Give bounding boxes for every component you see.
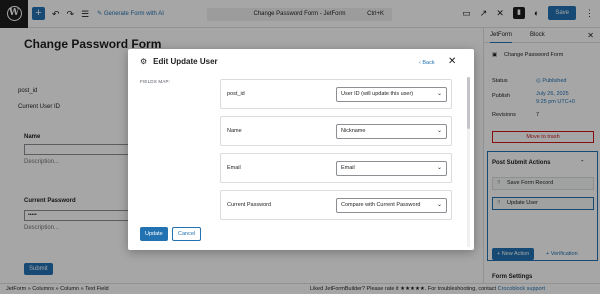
chevron-down-icon: ⌄ bbox=[436, 202, 442, 208]
field-name: post_id bbox=[227, 91, 245, 97]
field-name: Email bbox=[227, 165, 241, 171]
field-map-row: Email Email ⌄ bbox=[220, 153, 452, 183]
back-label: Back bbox=[422, 60, 435, 66]
modal-scrollbar-thumb[interactable] bbox=[467, 77, 470, 129]
settings-gear-icon: ⚙ bbox=[140, 57, 148, 66]
field-map-row: Current Password Compare with Current Pa… bbox=[220, 190, 452, 220]
back-link[interactable]: ‹ Back bbox=[419, 60, 435, 66]
field-map-select[interactable]: Nickname ⌄ bbox=[336, 124, 447, 139]
update-button[interactable]: Update bbox=[140, 227, 168, 241]
field-name: Current Password bbox=[227, 202, 272, 208]
chevron-down-icon: ⌄ bbox=[436, 128, 442, 134]
field-map-row: post_id User ID (will update this user) ⌄ bbox=[220, 79, 452, 109]
field-map-select[interactable]: User ID (will update this user) ⌄ bbox=[336, 87, 447, 102]
fields-map-label: FIELDS MAP: bbox=[140, 79, 171, 84]
chevron-down-icon: ⌄ bbox=[436, 165, 442, 171]
cancel-button[interactable]: Cancel bbox=[172, 227, 202, 241]
chevron-down-icon: ⌄ bbox=[436, 91, 442, 97]
select-value: User ID (will update this user) bbox=[341, 91, 414, 97]
field-name: Name bbox=[227, 128, 242, 134]
edit-update-user-modal: ⚙ Edit Update User ‹ Back ✕ FIELDS MAP: … bbox=[128, 49, 474, 250]
field-map-select[interactable]: Email ⌄ bbox=[336, 161, 447, 176]
fields-map-list: post_id User ID (will update this user) ⌄… bbox=[220, 75, 465, 223]
field-map-select[interactable]: Compare with Current Password ⌄ bbox=[336, 198, 447, 213]
select-value: Nickname bbox=[341, 128, 366, 134]
select-value: Email bbox=[341, 165, 355, 171]
field-map-row: Name Nickname ⌄ bbox=[220, 116, 452, 146]
select-value: Compare with Current Password bbox=[341, 202, 421, 208]
close-icon[interactable]: ✕ bbox=[448, 56, 456, 67]
modal-title: Edit Update User bbox=[153, 57, 218, 66]
